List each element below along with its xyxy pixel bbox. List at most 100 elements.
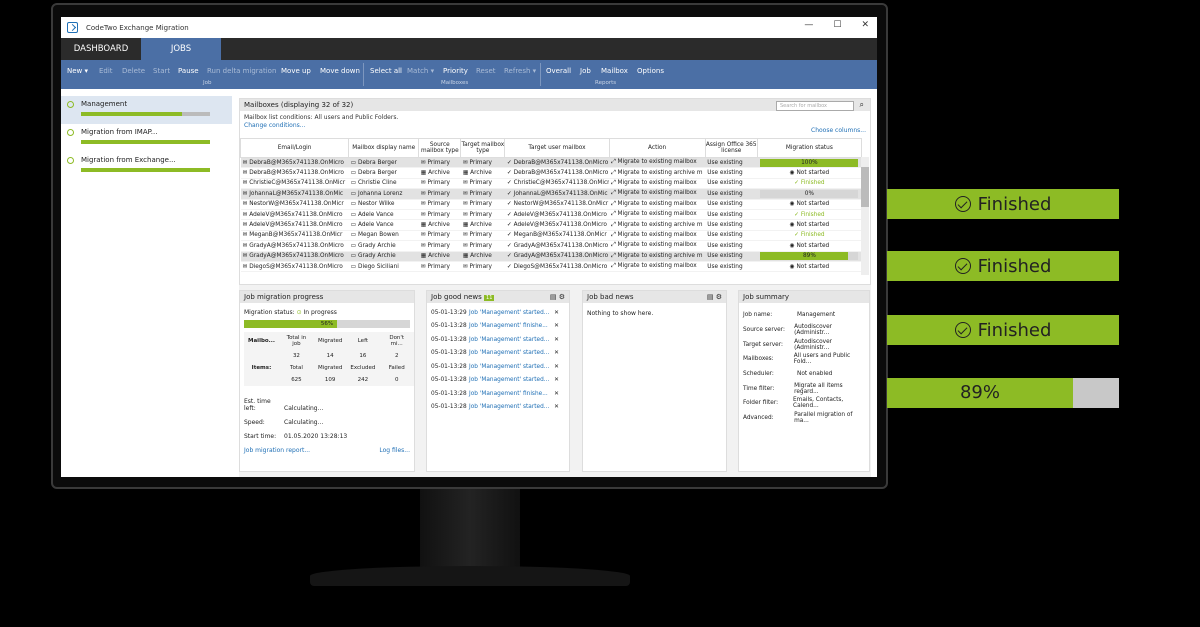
column-header[interactable]: Action — [608, 138, 706, 158]
cell-display-name: ▭ Debra Berger — [348, 157, 419, 169]
news-message[interactable]: Job 'Management' finishe... — [469, 391, 548, 397]
match-button[interactable]: Match ▾ — [407, 67, 434, 75]
report-links: Job migration report... Log files... — [240, 447, 414, 454]
news-item[interactable]: 05-01-13:28 Job 'Management' finishe... ✕ — [427, 387, 569, 401]
job-item-exchange[interactable]: Migration from Exchange... — [61, 152, 232, 180]
table-row[interactable]: ✉ ChristieC@M365x741138.OnMicr ▭ Christie… — [240, 178, 862, 190]
news-item[interactable]: 05-01-13:28 Job 'Management' finishe... ✕ — [427, 320, 569, 334]
new-button[interactable]: New ▾ — [67, 67, 88, 75]
move-down-button[interactable]: Move down — [320, 67, 360, 75]
tab-jobs[interactable]: JOBS — [141, 38, 221, 60]
cell-action: ⤢ Migrate to existing mailbox — [609, 230, 706, 242]
play-icon — [67, 101, 74, 108]
finished-badge: Finished — [887, 251, 1119, 281]
cell-target-type: ▦ Archive — [460, 219, 505, 231]
options-button[interactable]: Options — [637, 67, 664, 75]
mailbox-report-button[interactable]: Mailbox — [601, 67, 628, 75]
job-progress-bar — [81, 112, 210, 116]
news-message[interactable]: Job 'Management' started... — [469, 350, 549, 356]
settings-icon[interactable]: ▤ ⚙ — [707, 293, 722, 301]
cell-target-type: ▦ Archive — [460, 251, 505, 262]
column-header[interactable]: Mailbox display name — [348, 138, 420, 158]
cell-display-name: ▭ Adele Vance — [348, 209, 419, 221]
news-message[interactable]: Job 'Management' started... — [469, 364, 549, 370]
column-header[interactable]: Target mailbox type — [460, 138, 506, 158]
choose-columns-link[interactable]: Choose columns... — [811, 127, 866, 134]
close-button[interactable]: ✕ — [861, 20, 869, 30]
status-value: In progress — [303, 309, 337, 316]
summary-key: Target server: — [743, 341, 783, 348]
refresh-button[interactable]: Refresh ▾ — [504, 67, 536, 75]
reset-button[interactable]: Reset — [476, 67, 496, 75]
settings-icon[interactable]: ▤ ⚙ — [550, 293, 565, 301]
column-header[interactable]: Target user mailbox — [504, 138, 610, 158]
run-delta-migration-button[interactable]: Run delta migration — [207, 67, 276, 75]
table-row[interactable]: ✉ AdeleV@M365x741138.OnMicro ▭ Adele Vanc… — [240, 219, 862, 231]
news-item[interactable]: 05-01-13:28 Job 'Management' started... ✕ — [427, 347, 569, 361]
move-up-button[interactable]: Move up — [281, 67, 311, 75]
cell-display-name: ▭ Nestor Wilke — [348, 199, 419, 210]
column-header[interactable]: Migration status — [756, 138, 863, 158]
migration-status-row: Migration status: ⊙ In progress — [240, 309, 414, 316]
job-item-management[interactable]: Management — [61, 96, 232, 124]
table-row[interactable]: ✉ NestorW@M365x741138.OnMicr ▭ Nestor Wil… — [240, 199, 862, 210]
job-report-button[interactable]: Job — [580, 67, 591, 75]
start-button[interactable]: Start — [153, 67, 170, 75]
table-row[interactable]: ✉ DiegoS@M365x741138.OnMicro ▭ Diego Sici… — [240, 261, 862, 273]
news-message[interactable]: Job 'Management' started... — [469, 377, 549, 383]
table-row[interactable]: ✉ GradyA@M365x741138.OnMicro ▭ Grady Arch… — [240, 251, 862, 262]
close-icon[interactable]: ✕ — [554, 310, 559, 316]
table-row[interactable]: ✉ GradyA@M365x741138.OnMicro ▭ Grady Arch… — [240, 240, 862, 252]
table-row[interactable]: ✉ MeganB@M365x741138.OnMicr ▭ Megan Bowen… — [240, 230, 862, 242]
table-scrollbar[interactable] — [861, 157, 869, 275]
column-header[interactable]: Email/Login — [239, 138, 350, 158]
est-value: Calculating... — [284, 405, 324, 412]
close-icon[interactable]: ✕ — [554, 404, 559, 410]
good-news-panel: Job good news 11 ▤ ⚙ 05-01-13:29 Job 'Mana… — [426, 290, 570, 472]
table-row[interactable]: ✉ JohannaL@M365x741138.OnMic ▭ Johanna Lo… — [240, 188, 862, 200]
log-files-link[interactable]: Log files... — [379, 447, 410, 454]
mailbox-search-input[interactable]: Search for mailbox — [776, 101, 854, 111]
table-row[interactable]: ✉ AdeleV@M365x741138.OnMicro ▭ Adele Vanc… — [240, 209, 862, 221]
scrollbar-thumb[interactable] — [861, 167, 869, 207]
column-header[interactable]: Assign Office 365 license — [704, 138, 758, 158]
tab-dashboard[interactable]: DASHBOARD — [61, 38, 141, 60]
priority-button[interactable]: Priority — [443, 67, 468, 75]
job-report-link[interactable]: Job migration report... — [244, 447, 310, 454]
news-item[interactable]: 05-01-13:28 Job 'Management' started... ✕ — [427, 374, 569, 388]
close-icon[interactable]: ✕ — [554, 391, 559, 397]
column-header[interactable]: Source mailbox type — [418, 138, 462, 158]
select-all-button[interactable]: Select all — [370, 67, 402, 75]
close-icon[interactable]: ✕ — [554, 323, 559, 329]
change-conditions-link[interactable]: Change conditions... — [240, 121, 870, 129]
delete-button[interactable]: Delete — [122, 67, 145, 75]
close-icon[interactable]: ✕ — [554, 377, 559, 383]
news-item[interactable]: 05-01-13:28 Job 'Management' started... ✕ — [427, 401, 569, 415]
pause-button[interactable]: Pause — [178, 67, 199, 75]
news-message[interactable]: Job 'Management' finishe... — [469, 323, 548, 329]
cell-migration-status: ◉ Not started — [757, 240, 862, 252]
overall-button[interactable]: Overall — [546, 67, 571, 75]
close-icon[interactable]: ✕ — [554, 350, 559, 356]
summary-key: Advanced: — [743, 415, 774, 422]
job-item-imap[interactable]: Migration from IMAP... — [61, 124, 232, 152]
close-icon[interactable]: ✕ — [554, 364, 559, 370]
job-name: Migration from Exchange... — [81, 156, 176, 164]
news-item[interactable]: 05-01-13:28 Job 'Management' started... ✕ — [427, 333, 569, 347]
news-item[interactable]: 05-01-13:29 Job 'Management' started... ✕ — [427, 306, 569, 320]
table-row[interactable]: ✉ DebraB@M365x741138.OnMicro ▭ Debra Berg… — [240, 157, 862, 169]
table-row[interactable]: ✉ DebraB@M365x741138.OnMicro ▭ Debra Berg… — [240, 167, 862, 179]
stat-header: Items: — [251, 365, 272, 371]
close-icon[interactable]: ✕ — [554, 337, 559, 343]
cell-email: ✉ NestorW@M365x741138.OnMicr — [240, 199, 349, 210]
maximize-button[interactable]: ☐ — [833, 20, 841, 30]
edit-button[interactable]: Edit — [99, 67, 113, 75]
minimize-button[interactable]: — — [804, 20, 813, 30]
job-progress-bar: 56% — [244, 320, 410, 328]
news-item[interactable]: 05-01-13:28 Job 'Management' started... ✕ — [427, 360, 569, 374]
news-message[interactable]: Job 'Management' started... — [469, 310, 549, 316]
news-message[interactable]: Job 'Management' started... — [469, 404, 549, 410]
search-icon[interactable]: ⌕ — [860, 100, 864, 110]
news-time: 05-01-13:29 — [431, 309, 467, 316]
news-message[interactable]: Job 'Management' started... — [469, 337, 549, 343]
